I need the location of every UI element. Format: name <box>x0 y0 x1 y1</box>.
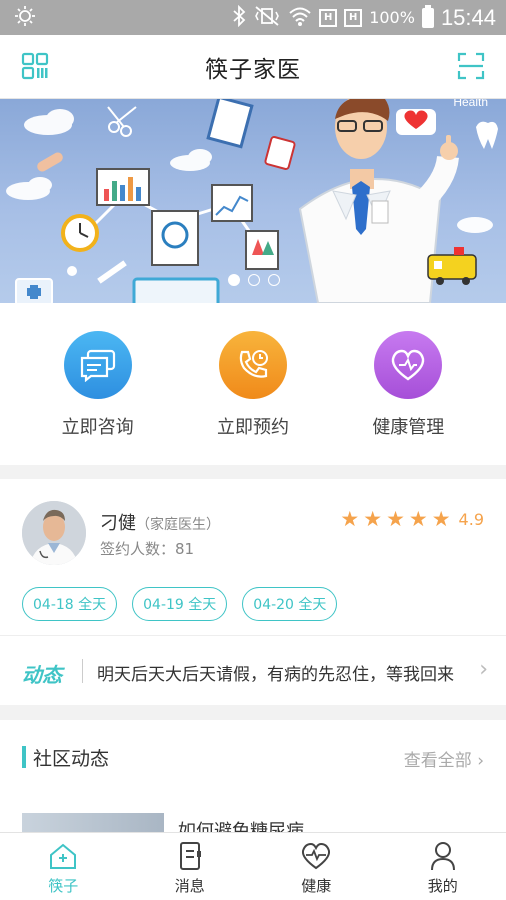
news-separator <box>82 659 83 683</box>
doctor-rating: ★ ★ ★ ★ ★ 4.9 <box>340 509 484 530</box>
promo-banner[interactable]: Health <box>0 99 506 303</box>
status-bar: H H 100% 15:44 <box>0 0 506 35</box>
tab-messages-label: 消息 <box>174 877 205 895</box>
star-icon: ★ <box>340 507 360 531</box>
bottom-tab-bar: 筷子 消息 健康 我的 <box>0 832 506 900</box>
doctor-name-row: 刁健（家庭医生） <box>100 509 220 535</box>
schedule-slots: 04-18 全天 04-19 全天 04-20 全天 <box>22 587 338 621</box>
sim1-signal-icon: H <box>319 8 338 27</box>
banner-dot[interactable] <box>248 274 260 286</box>
star-icon: ★ <box>408 507 428 531</box>
vibrate-mute-icon <box>253 5 281 31</box>
battery-icon <box>421 4 434 28</box>
tab-health-label: 健康 <box>301 877 332 895</box>
news-ticker-text[interactable]: 明天后天大后天请假，有病的先忍住，等我回来 <box>97 660 469 685</box>
star-icon: ★ <box>386 507 405 531</box>
consult-now-button[interactable]: 立即咨询 <box>38 331 158 465</box>
tab-messages[interactable]: 消息 <box>127 833 254 900</box>
consult-now-label: 立即咨询 <box>61 417 134 438</box>
doctor-card[interactable]: 刁健（家庭医生） 签约人数：81 ★ ★ ★ ★ ★ 4.9 04-18 全天 … <box>0 479 506 705</box>
bluetooth-icon <box>232 4 246 31</box>
tab-home-label: 筷子 <box>48 877 79 895</box>
quick-actions: 立即咨询 立即预约 健康管理 <box>0 303 506 465</box>
banner-dot[interactable] <box>268 274 280 286</box>
schedule-slot[interactable]: 04-19 全天 <box>132 587 228 621</box>
news-tag: 动态 <box>22 663 62 687</box>
doctor-name: 刁健 <box>100 513 136 534</box>
signed-count: 签约人数：81 <box>100 540 195 558</box>
battery-percent: 100% <box>369 8 415 27</box>
schedule-slot[interactable]: 04-20 全天 <box>242 587 338 621</box>
chat-icon <box>63 331 132 399</box>
star-icon: ★ <box>363 507 383 531</box>
app-header: 筷子家医 <box>0 35 506 99</box>
profile-icon <box>380 841 506 871</box>
community-section: 社区动态 查看全部 › 如何避免糖尿病 <box>0 720 506 840</box>
health-management-label: 健康管理 <box>372 417 445 438</box>
scan-icon[interactable] <box>456 51 486 81</box>
book-now-label: 立即预约 <box>216 417 289 438</box>
view-all-label: 查看全部 <box>403 751 472 771</box>
brightness-icon <box>14 5 36 31</box>
banner-dot[interactable] <box>228 274 240 286</box>
schedule-slot[interactable]: 04-18 全天 <box>22 587 118 621</box>
qr-code-icon[interactable] <box>20 51 50 81</box>
tab-home[interactable]: 筷子 <box>0 833 127 900</box>
health-management-button[interactable]: 健康管理 <box>348 331 468 465</box>
section-accent-bar <box>22 746 26 768</box>
doctor-role: （家庭医生） <box>136 517 220 533</box>
phone-clock-icon <box>218 331 287 399</box>
message-icon <box>127 841 254 871</box>
sim2-signal-icon: H <box>344 8 363 27</box>
banner-illustration <box>6 99 498 303</box>
tab-health[interactable]: 健康 <box>253 833 380 900</box>
wifi-icon <box>288 5 312 31</box>
section-title: 社区动态 <box>33 748 110 770</box>
health-icon <box>253 841 380 871</box>
chevron-right-icon: › <box>477 751 484 771</box>
banner-corner-text: Health <box>453 99 488 109</box>
divider <box>0 635 506 636</box>
star-icon: ★ <box>431 507 451 531</box>
book-now-button[interactable]: 立即预约 <box>193 331 313 465</box>
view-all-link[interactable]: 查看全部 › <box>404 746 484 771</box>
page-title: 筷子家医 <box>205 56 301 83</box>
home-icon <box>0 841 127 871</box>
banner-pagination <box>228 274 280 286</box>
tab-profile-label: 我的 <box>427 877 458 895</box>
rating-value: 4.9 <box>458 510 484 529</box>
doctor-avatar <box>22 501 86 565</box>
heart-icon <box>374 331 443 399</box>
clock: 15:44 <box>440 4 496 30</box>
tab-profile[interactable]: 我的 <box>380 833 506 900</box>
chevron-right-icon[interactable]: › <box>479 657 488 682</box>
